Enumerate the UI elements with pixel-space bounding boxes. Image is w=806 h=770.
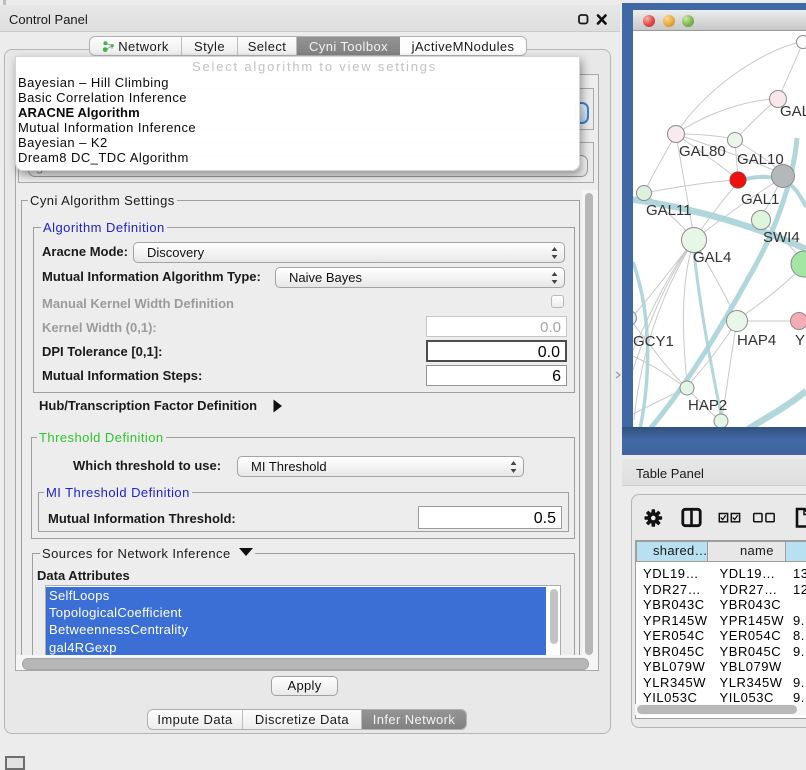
svg-text:HAP2: HAP2 <box>688 397 727 414</box>
svg-text:GAL4: GAL4 <box>693 249 731 266</box>
svg-text:GCY1: GCY1 <box>633 333 674 350</box>
svg-text:SWI4: SWI4 <box>763 229 800 246</box>
svg-text:Y: Y <box>795 332 805 349</box>
svg-text:GAL2: GAL2 <box>780 103 806 120</box>
svg-text:GAL11: GAL11 <box>646 202 692 219</box>
svg-text:GAL80: GAL80 <box>679 143 726 160</box>
svg-text:GAL1: GAL1 <box>741 191 779 208</box>
svg-text:HAP4: HAP4 <box>737 332 776 349</box>
svg-text:GAL10: GAL10 <box>737 151 784 168</box>
